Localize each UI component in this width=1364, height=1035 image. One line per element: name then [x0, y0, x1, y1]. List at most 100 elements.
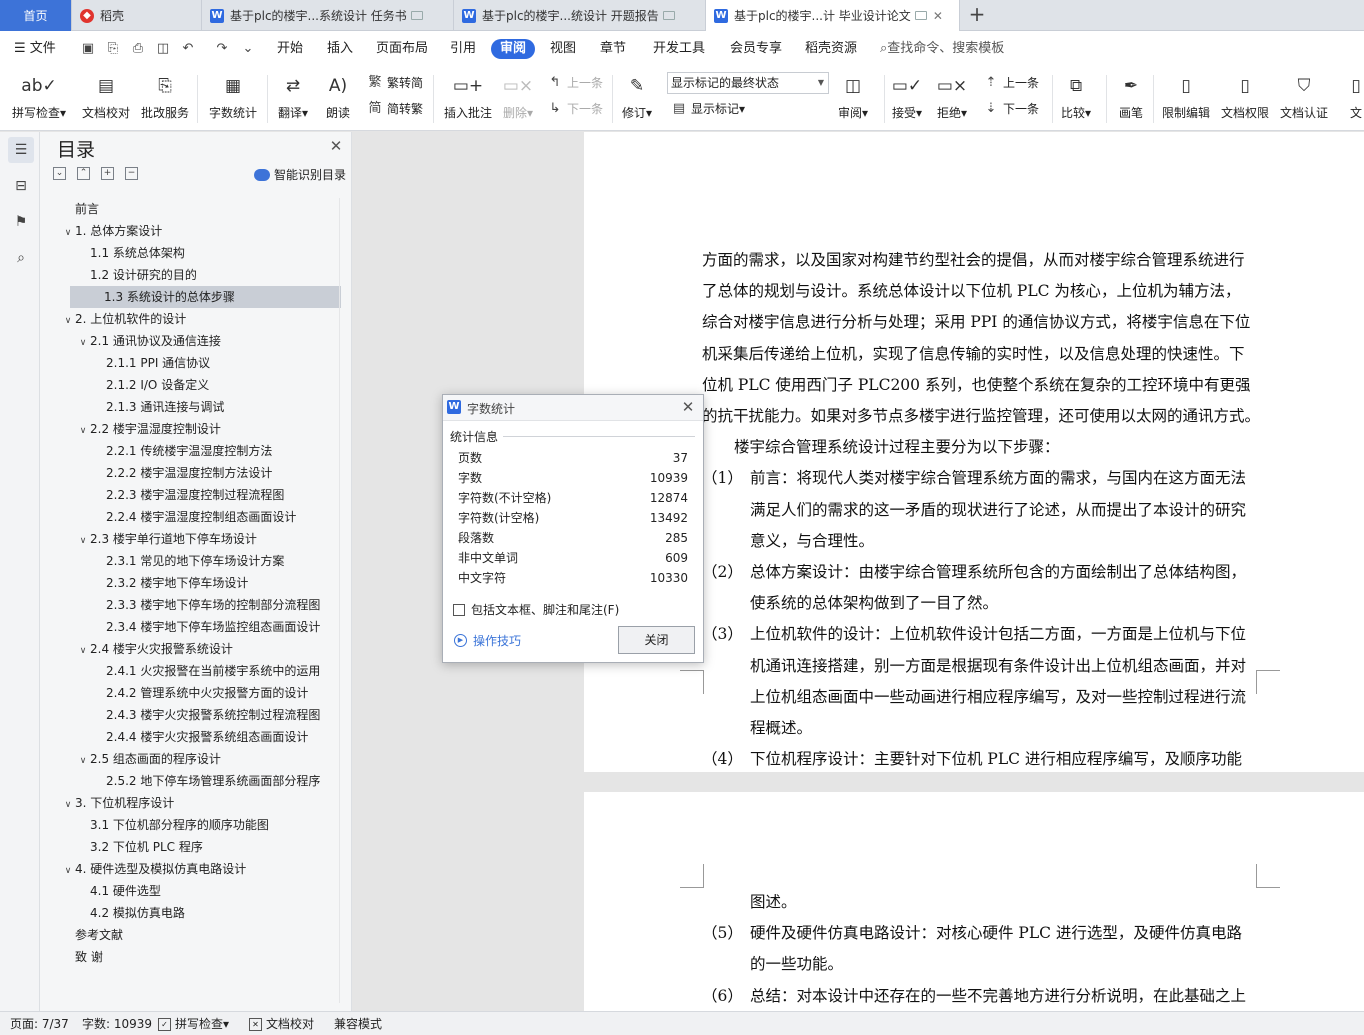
- toc-item[interactable]: 2.1.3 通讯连接与调试: [92, 396, 224, 418]
- restrict-edit-button[interactable]: ▯ 限制编辑: [1162, 71, 1210, 127]
- toc-item[interactable]: 参考文献: [61, 924, 123, 946]
- customize-chevron-icon[interactable]: ⌄: [240, 41, 256, 57]
- toc-item[interactable]: 2.4.4 楼宇火灾报警系统组态画面设计: [92, 726, 308, 748]
- toc-item[interactable]: 致 谢: [61, 946, 103, 968]
- toc-item[interactable]: 2.1.2 I/O 设备定义: [92, 374, 209, 396]
- toc-item[interactable]: 2.1.1 PPI 通信协议: [92, 352, 210, 374]
- dialog-titlebar[interactable]: W 字数统计 ✕: [443, 395, 703, 421]
- toc-item[interactable]: 前言: [61, 198, 99, 220]
- review-pane-button[interactable]: ◫ 审阅▾: [838, 71, 868, 127]
- menu-layout[interactable]: 页面布局: [376, 39, 428, 59]
- chevron-down-icon[interactable]: ∨: [76, 420, 90, 442]
- command-search[interactable]: ⌕查找命令、搜索模板: [880, 39, 1004, 59]
- word-count-button[interactable]: ▦ 字数统计: [209, 71, 257, 127]
- search-icon[interactable]: ⌕: [8, 245, 34, 271]
- file-menu[interactable]: ☰ 文件: [14, 39, 56, 59]
- proof-status[interactable]: ✕ 文档校对: [249, 1016, 314, 1032]
- menu-home[interactable]: 开始: [277, 39, 303, 59]
- redo-icon[interactable]: ↷: [214, 41, 230, 57]
- toc-item[interactable]: 4.1 硬件选型: [76, 880, 161, 902]
- chevron-down-icon[interactable]: ∨: [76, 640, 90, 662]
- delete-comment-button[interactable]: ▭× 删除▾: [503, 71, 533, 127]
- save-icon[interactable]: ▣: [80, 41, 96, 57]
- toc-item[interactable]: 2.3.2 楼宇地下停车场设计: [92, 572, 248, 594]
- menu-member[interactable]: 会员专享: [730, 39, 782, 59]
- new-tab-button[interactable]: +: [966, 4, 988, 26]
- toc-item[interactable]: 2.2.3 楼宇温湿度控制过程流程图: [92, 484, 284, 506]
- toc-panel-icon[interactable]: ☰: [8, 137, 34, 163]
- toc-item[interactable]: 2.3.4 楼宇地下停车场监控组态画面设计: [92, 616, 320, 638]
- pen-button[interactable]: ✒ 画笔: [1116, 71, 1146, 127]
- tab-task-book[interactable]: W 基于plc的楼宇...系统设计 任务书: [202, 0, 454, 31]
- chapter-nav-icon[interactable]: ⊟: [8, 173, 34, 199]
- chevron-down-icon[interactable]: ∨: [76, 332, 90, 354]
- toc-item[interactable]: 3.1 下位机部分程序的顺序功能图: [76, 814, 269, 836]
- tips-link[interactable]: ▶ 操作技巧: [454, 632, 521, 649]
- undo-icon[interactable]: ↶: [180, 41, 196, 57]
- toc-item[interactable]: 1.2 设计研究的目的: [76, 264, 197, 286]
- chevron-down-icon[interactable]: ∨: [61, 794, 75, 816]
- tab-docer[interactable]: ◆ 稻壳: [72, 0, 202, 31]
- close-button[interactable]: 关闭: [618, 626, 695, 654]
- menu-docer[interactable]: 稻壳资源: [805, 39, 857, 59]
- export-pdf-icon[interactable]: ⎘: [105, 41, 121, 57]
- batch-review-button[interactable]: ⎘ 批改服务: [141, 71, 189, 127]
- smart-toc-button[interactable]: 智能识别目录: [254, 166, 346, 183]
- toc-item[interactable]: ∨ 2. 上位机软件的设计: [61, 308, 187, 332]
- toc-item[interactable]: ∨ 1. 总体方案设计: [61, 220, 163, 242]
- toc-item[interactable]: 3.2 下位机 PLC 程序: [76, 836, 203, 858]
- expand-all-icon[interactable]: ⌄: [53, 167, 66, 180]
- accept-button[interactable]: ▭✓ 接受▾: [892, 71, 922, 127]
- doc-proof-button[interactable]: ▤ 文档校对: [82, 71, 130, 127]
- chevron-down-icon[interactable]: ∨: [61, 310, 75, 332]
- toc-item[interactable]: 2.4.2 管理系统中火灾报警方面的设计: [92, 682, 308, 704]
- track-changes-button[interactable]: ✎ 修订▾: [622, 71, 652, 127]
- toc-item[interactable]: 2.3.3 楼宇地下停车场的控制部分流程图: [92, 594, 320, 616]
- remove-heading-icon[interactable]: −: [125, 167, 138, 180]
- toc-item[interactable]: 2.4.3 楼宇火灾报警系统控制过程流程图: [92, 704, 320, 726]
- simp-to-trad-button[interactable]: 简简转繁: [367, 99, 423, 119]
- menu-references[interactable]: 引用: [450, 39, 476, 59]
- tab-thesis[interactable]: W 基于plc的楼宇...计 毕业设计论文 ✕: [706, 0, 960, 31]
- insert-comment-button[interactable]: ▭+ 插入批注: [444, 71, 492, 127]
- doc-rights-button[interactable]: ▯ 文档权限: [1221, 71, 1269, 127]
- toc-item[interactable]: 2.2.4 楼宇温湿度控制组态画面设计: [92, 506, 296, 528]
- toc-item[interactable]: 1.1 系统总体架构: [76, 242, 185, 264]
- toc-item[interactable]: 2.3.1 常见的地下停车场设计方案: [92, 550, 284, 572]
- print-icon[interactable]: ⎙: [130, 41, 146, 57]
- include-notes-checkbox[interactable]: 包括文本框、脚注和尾注(F): [453, 601, 619, 618]
- toc-item[interactable]: ∨ 4. 硬件选型及模拟仿真电路设计: [61, 858, 247, 882]
- collapse-all-icon[interactable]: ⌃: [77, 167, 90, 180]
- toc-item[interactable]: 1.3 系统设计的总体步骤: [70, 286, 341, 308]
- prev-change-button[interactable]: ⇡ 上一条: [983, 73, 1039, 93]
- chevron-down-icon[interactable]: ∨: [76, 750, 90, 772]
- toc-item[interactable]: 2.2.2 楼宇温湿度控制方法设计: [92, 462, 272, 484]
- bookmark-icon[interactable]: ⚑: [8, 209, 34, 235]
- toc-item[interactable]: ∨ 3. 下位机程序设计: [61, 792, 175, 816]
- next-comment-button[interactable]: ↳ 下一条: [547, 99, 603, 119]
- spellcheck-button[interactable]: ab✓ 拼写检查▾: [12, 71, 66, 127]
- checkbox-box[interactable]: [453, 603, 465, 616]
- menu-developer[interactable]: 开发工具: [653, 39, 705, 59]
- toc-item[interactable]: ∨ 2.2 楼宇温湿度控制设计: [76, 418, 221, 440]
- close-icon[interactable]: ✕: [681, 399, 695, 415]
- toc-item[interactable]: 2.5.2 地下停车场管理系统画面部分程序: [92, 770, 320, 792]
- markup-state-select[interactable]: 显示标记的最终状态 ▼: [667, 72, 829, 94]
- word-count-indicator[interactable]: 字数: 10939: [82, 1016, 152, 1032]
- document-page[interactable]: 图述。 （5） 硬件及硬件仿真电路设计：对核心硬件 PLC 进行选型，及硬件仿真电路…: [584, 792, 1364, 1011]
- toc-scrollbar[interactable]: [339, 198, 347, 1003]
- toc-item[interactable]: ∨ 2.5 组态画面的程序设计: [76, 748, 221, 770]
- page-indicator[interactable]: 页面: 7/37: [10, 1016, 69, 1032]
- compare-button[interactable]: ⧉ 比较▾: [1061, 71, 1091, 127]
- spellcheck-status[interactable]: ✓ 拼写检查 ▾: [158, 1016, 229, 1032]
- menu-insert[interactable]: 插入: [327, 39, 353, 59]
- prev-comment-button[interactable]: ↰ 上一条: [547, 73, 603, 93]
- toc-item[interactable]: ∨ 2.3 楼宇单行道地下停车场设计: [76, 528, 257, 550]
- toc-item[interactable]: 4.2 模拟仿真电路: [76, 902, 185, 924]
- print-preview-icon[interactable]: ◫: [155, 41, 171, 57]
- chevron-down-icon[interactable]: ∨: [61, 860, 75, 882]
- trad-to-simp-button[interactable]: 繁繁转简: [367, 73, 423, 93]
- close-icon[interactable]: ✕: [329, 139, 343, 154]
- toc-item[interactable]: 2.2.1 传统楼宇温湿度控制方法: [92, 440, 272, 462]
- reject-button[interactable]: ▭× 拒绝▾: [937, 71, 967, 127]
